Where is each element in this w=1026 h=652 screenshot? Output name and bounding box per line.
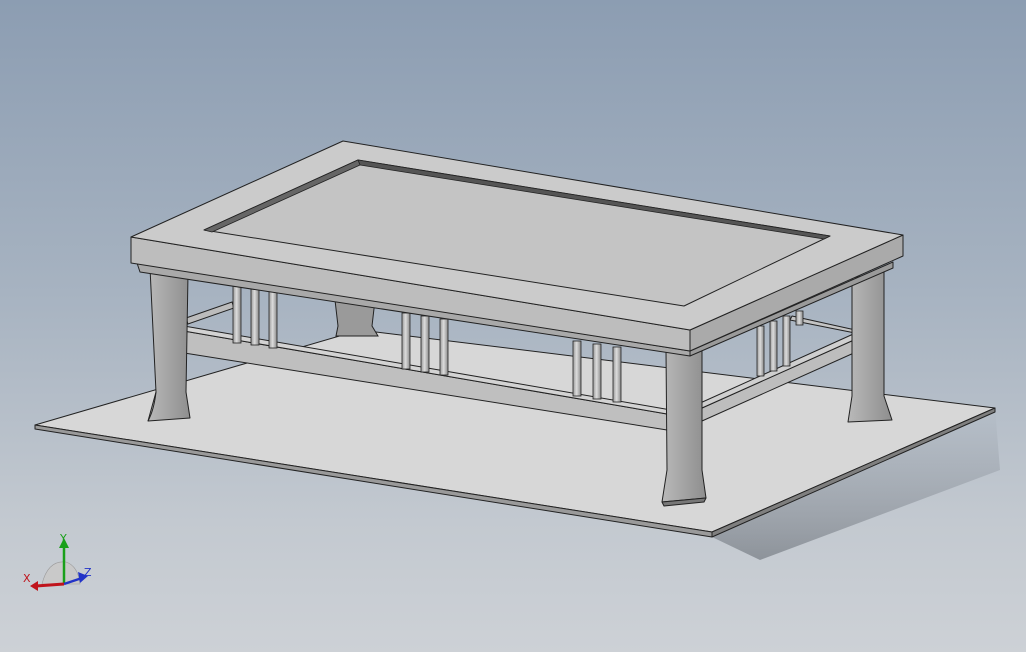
orientation-triad[interactable]: Y Z X <box>20 532 110 612</box>
front-right-leg <box>661 343 707 507</box>
left-stretcher <box>185 301 235 325</box>
3d-viewport[interactable]: Y Z X <box>0 0 1026 652</box>
back-right-leg <box>847 271 893 423</box>
table-model <box>34 140 1000 560</box>
z-axis-label: Z <box>84 566 92 579</box>
x-axis-label: X <box>23 572 31 585</box>
front-left-leg <box>147 267 191 422</box>
y-axis-label: Y <box>59 532 67 545</box>
